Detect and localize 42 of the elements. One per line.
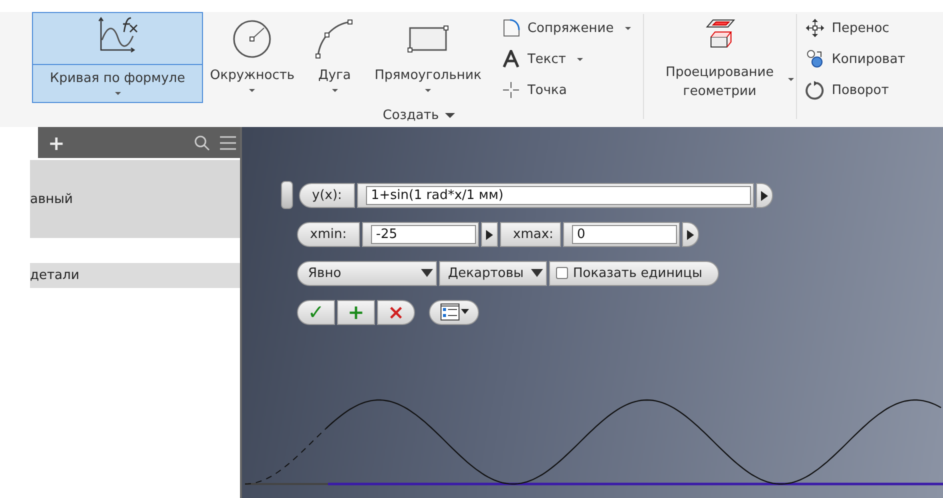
xmax-field[interactable]: 0 xyxy=(563,222,680,246)
add-button[interactable]: + xyxy=(48,130,65,154)
list-icon xyxy=(440,303,470,321)
coordinates-dropdown[interactable]: Декартовы xyxy=(439,260,547,286)
sketch-tool-button[interactable]: Текст xyxy=(502,47,631,71)
modify-tool-button[interactable]: Копироват xyxy=(804,47,906,71)
move-arrows-icon xyxy=(804,18,825,38)
field-label: xmax: xyxy=(500,222,561,246)
formula-curve-button[interactable]: Кривая по формуле xyxy=(32,12,203,103)
sketch-tool-button[interactable]: Точка xyxy=(502,78,631,102)
modify-tool-button[interactable]: Перенос xyxy=(804,16,906,40)
show-units-checkbox[interactable]: Показать единицы xyxy=(549,260,720,286)
field-label: y(x): xyxy=(299,182,355,208)
browser-item[interactable]: детали xyxy=(30,263,240,288)
mode-dropdown[interactable]: Явно xyxy=(297,260,437,286)
options-menu-button[interactable] xyxy=(429,300,479,324)
draw-tool-button[interactable]: Прямоугольник xyxy=(368,12,488,103)
caret-icon xyxy=(332,89,338,92)
formula-field[interactable]: 1+sin(1 rad*x/1 мм) xyxy=(357,182,754,208)
draw-tool-button[interactable]: Окружность xyxy=(203,12,302,103)
sketch-tool-button[interactable]: Сопряжение xyxy=(502,16,631,40)
search-icon[interactable] xyxy=(194,134,210,150)
circle-icon xyxy=(231,18,274,60)
action-button[interactable]: × xyxy=(377,300,415,324)
caret-icon xyxy=(444,112,455,118)
caret-icon xyxy=(249,89,256,92)
drag-grip[interactable] xyxy=(281,181,293,209)
rotate-icon xyxy=(804,80,825,100)
point-icon xyxy=(502,81,520,99)
menu-icon[interactable] xyxy=(220,136,236,150)
fillet-icon xyxy=(502,19,520,37)
letter-icon xyxy=(502,50,520,68)
draw-tool-button[interactable]: Дуга xyxy=(302,12,368,103)
xmin-field[interactable]: -25 xyxy=(362,222,479,246)
field-label: xmin: xyxy=(297,222,360,246)
copy-circles-icon xyxy=(804,49,825,69)
panel-title-button[interactable]: Создать xyxy=(382,103,455,127)
modify-tool-button[interactable]: Поворот xyxy=(804,78,906,102)
browser-item[interactable]: авный xyxy=(30,160,240,238)
caret-icon xyxy=(425,89,431,92)
caret-icon xyxy=(114,92,120,95)
project-geometry-button[interactable]: Проецирование геометрии xyxy=(644,12,796,127)
